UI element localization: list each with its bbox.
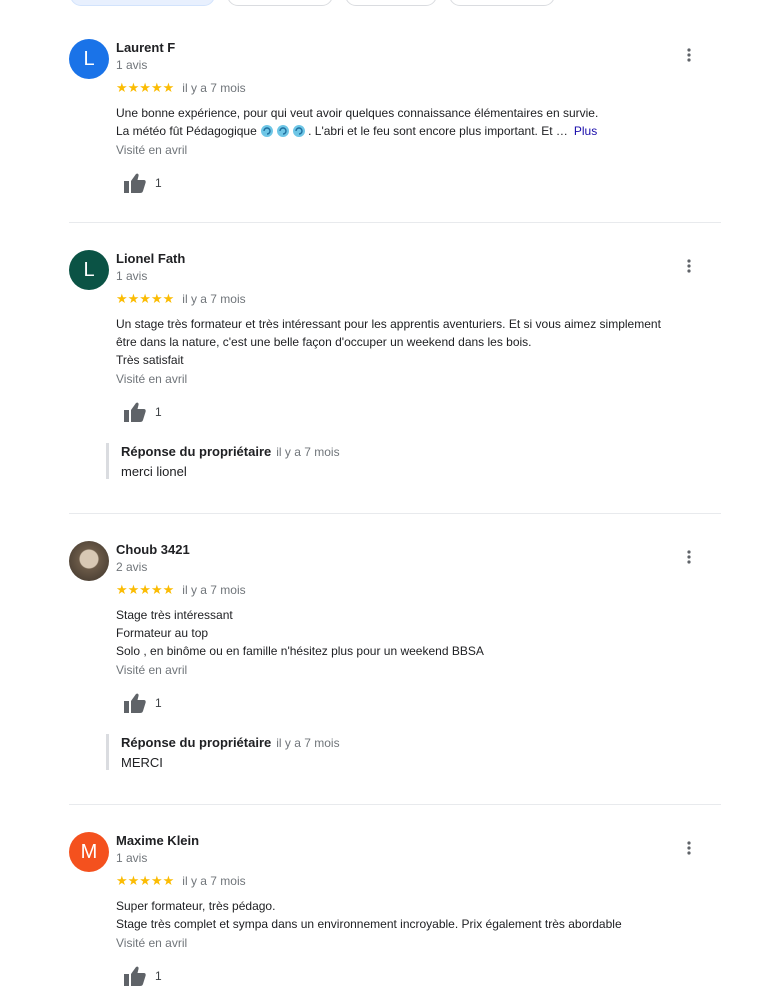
reviewer-review-count: 2 avis xyxy=(116,560,148,574)
avatar[interactable]: M xyxy=(69,832,109,872)
review-line: Super formateur, très pédago. xyxy=(116,899,276,913)
swirl-emoji-icon xyxy=(260,124,308,138)
rating-row: ★★★★★ il y a 7 mois xyxy=(116,873,246,889)
visit-date: Visité en avril xyxy=(116,143,188,157)
reviewer-name[interactable]: Maxime Klein xyxy=(116,833,199,848)
rating-row: ★★★★★ il y a 7 mois xyxy=(116,80,246,96)
avatar[interactable] xyxy=(69,541,109,581)
review-time: il y a 7 mois xyxy=(182,874,246,888)
star-rating: ★★★★★ xyxy=(116,80,175,95)
review-line: La météo fût Pédagogique . L'abri et le … xyxy=(116,124,598,138)
review-text: Une bonne expérience, pour qui veut avoi… xyxy=(116,104,726,140)
review-time: il y a 7 mois xyxy=(182,81,246,95)
like-button[interactable]: 1 xyxy=(124,964,162,988)
review-time: il y a 7 mois xyxy=(182,583,246,597)
more-text-link[interactable]: Plus xyxy=(574,124,597,138)
like-button[interactable]: 1 xyxy=(124,171,162,195)
more-options-icon[interactable] xyxy=(679,836,699,860)
owner-reply-text: MERCI xyxy=(121,755,163,770)
filter-chip[interactable] xyxy=(449,0,555,6)
rating-row: ★★★★★ il y a 7 mois xyxy=(116,582,246,598)
review-line: Un stage très formateur et très intéress… xyxy=(116,317,661,331)
review-text: Un stage très formateur et très intéress… xyxy=(116,315,726,369)
like-count: 1 xyxy=(155,696,162,710)
review-line: Stage très complet et sympa dans un envi… xyxy=(116,917,622,931)
review-line: Solo , en binôme ou en famille n'hésitez… xyxy=(116,644,484,658)
visit-date: Visité en avril xyxy=(116,936,188,950)
review-line: Stage très intéressant xyxy=(116,608,233,622)
review-line: Formateur au top xyxy=(116,626,209,640)
owner-reply: Réponse du propriétaire il y a 7 mois MER… xyxy=(106,734,729,770)
reviewer-name[interactable]: Lionel Fath xyxy=(116,251,185,266)
owner-reply-label: Réponse du propriétaire xyxy=(121,444,272,459)
like-button[interactable]: 1 xyxy=(124,691,162,715)
like-count: 1 xyxy=(155,969,162,983)
reviewer-review-count: 1 avis xyxy=(116,58,148,72)
more-options-icon[interactable] xyxy=(679,254,699,278)
divider xyxy=(69,222,721,223)
thumbs-up-icon xyxy=(124,966,146,986)
divider xyxy=(69,513,721,514)
like-count: 1 xyxy=(155,405,162,419)
rating-row: ★★★★★ il y a 7 mois xyxy=(116,291,246,307)
thumbs-up-icon xyxy=(124,173,146,193)
review-line: Une bonne expérience, pour qui veut avoi… xyxy=(116,106,599,120)
avatar[interactable]: L xyxy=(69,250,109,290)
more-options-icon[interactable] xyxy=(679,43,699,67)
review-text: Stage très intéressant Formateur au top … xyxy=(116,606,726,660)
owner-reply-time: il y a 7 mois xyxy=(276,445,340,459)
owner-reply: Réponse du propriétaire il y a 7 mois mer… xyxy=(106,443,729,479)
owner-reply-text: merci lionel xyxy=(121,464,187,479)
review-text: Super formateur, très pédago. Stage très… xyxy=(116,897,726,933)
visit-date: Visité en avril xyxy=(116,663,188,677)
review-line: Très satisfait xyxy=(116,353,184,367)
reviewer-review-count: 1 avis xyxy=(116,269,148,283)
reviewer-name[interactable]: Choub 3421 xyxy=(116,542,190,557)
star-rating: ★★★★★ xyxy=(116,873,175,888)
filter-chip[interactable] xyxy=(345,0,437,6)
star-rating: ★★★★★ xyxy=(116,582,175,597)
reviewer-review-count: 1 avis xyxy=(116,851,148,865)
filter-chip-selected[interactable] xyxy=(70,0,215,6)
thumbs-up-icon xyxy=(124,402,146,422)
avatar[interactable]: L xyxy=(69,39,109,79)
divider xyxy=(69,804,721,805)
review-line: être dans la nature, c'est une belle faç… xyxy=(116,335,532,349)
thumbs-up-icon xyxy=(124,693,146,713)
like-button[interactable]: 1 xyxy=(124,400,162,424)
like-count: 1 xyxy=(155,176,162,190)
visit-date: Visité en avril xyxy=(116,372,188,386)
star-rating: ★★★★★ xyxy=(116,291,175,306)
owner-reply-time: il y a 7 mois xyxy=(276,736,340,750)
reviewer-name[interactable]: Laurent F xyxy=(116,40,175,55)
more-options-icon[interactable] xyxy=(679,545,699,569)
filter-chip[interactable] xyxy=(227,0,333,6)
owner-reply-label: Réponse du propriétaire xyxy=(121,735,272,750)
review-time: il y a 7 mois xyxy=(182,292,246,306)
